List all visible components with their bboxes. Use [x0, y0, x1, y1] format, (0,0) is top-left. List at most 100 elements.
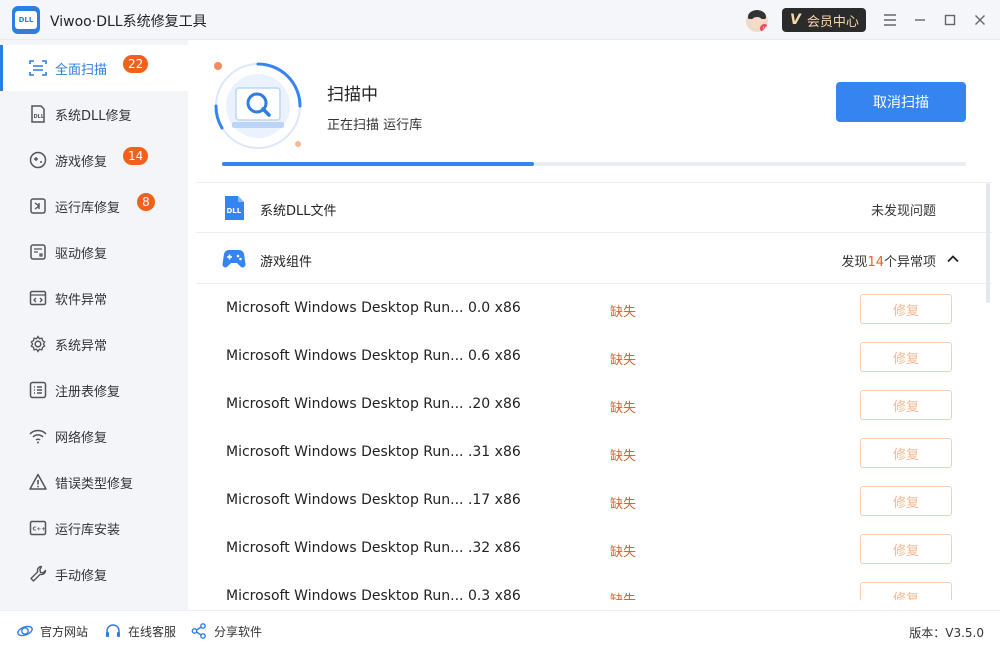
list-item: Microsoft Windows Desktop Run... .17 x86… [196, 477, 992, 525]
driver-icon [30, 244, 46, 260]
scan-icon [29, 60, 47, 76]
sidebar-item-system-exception[interactable]: 系统异常 [0, 321, 188, 367]
scan-title: 扫描中 [327, 85, 378, 105]
title-bar: DLL Viwoo·DLL系统修复工具 v V 会员中心 [0, 0, 1000, 40]
sidebar-badge: 8 [137, 193, 155, 211]
item-name: Microsoft Windows Desktop Run... .17 x86 [226, 492, 521, 508]
category-label: 游戏组件 [260, 255, 313, 270]
repair-button[interactable]: 修复 [860, 486, 952, 516]
headset-icon [106, 624, 120, 637]
minimize-icon[interactable] [910, 10, 930, 30]
sidebar-item-runtime-repair[interactable]: 运行库修复 8 [0, 183, 188, 229]
list-item: Microsoft Windows Desktop Run... 0.0 x86… [196, 285, 992, 333]
repair-button[interactable]: 修复 [860, 294, 952, 324]
sidebar-item-runtime-install[interactable]: C++ 运行库安装 [0, 505, 188, 551]
item-status: 缺失 [610, 449, 637, 464]
item-status: 缺失 [610, 401, 637, 416]
chevron-up-icon[interactable] [946, 252, 960, 266]
sidebar-item-driver-repair[interactable]: 驱动修复 [0, 229, 188, 275]
repair-button[interactable]: 修复 [860, 390, 952, 420]
svg-text:C++: C++ [33, 527, 47, 533]
dll-file-icon: DLL [31, 105, 45, 123]
share-software-link[interactable]: 分享软件 [190, 622, 262, 640]
category-row-system-dll[interactable]: DLL 系统DLL文件 未发现问题 [196, 183, 992, 233]
footer-link-label: 官方网站 [40, 624, 89, 639]
sidebar-item-label: 系统DLL修复 [55, 108, 132, 124]
sidebar-item-registry-repair[interactable]: 注册表修复 [0, 367, 188, 413]
list-item: Microsoft Windows Desktop Run... .32 x86… [196, 525, 992, 573]
main-panel: 扫描中 正在扫描 运行库 取消扫描 DLL 系统DLL文件 未发现问题 游戏组件… [188, 40, 1000, 610]
category-result: 未发现问题 [870, 204, 936, 219]
repair-button[interactable]: 修复 [860, 582, 952, 600]
app-logo-icon: DLL [12, 6, 40, 34]
sidebar-item-label: 网络修复 [55, 430, 108, 446]
runtime-icon [30, 198, 46, 214]
vip-v-icon: V [790, 12, 801, 28]
close-icon[interactable] [970, 10, 990, 30]
sidebar-item-label: 注册表修复 [55, 384, 121, 400]
item-status: 缺失 [610, 305, 637, 320]
list-icon [29, 381, 47, 399]
cancel-scan-button[interactable]: 取消扫描 [836, 82, 966, 122]
sidebar: 全面扫描 22 DLL 系统DLL修复 游戏修复 14 运行库修复 8 驱动修复… [0, 40, 188, 610]
scan-animation-icon [214, 62, 302, 149]
vip-center-button[interactable]: V 会员中心 [782, 8, 866, 32]
sidebar-item-network-repair[interactable]: 网络修复 [0, 413, 188, 459]
list-item: Microsoft Windows Desktop Run... 0.3 x86… [196, 573, 992, 600]
wrench-icon [30, 565, 47, 582]
gamepad-icon [29, 151, 47, 169]
sidebar-item-system-dll[interactable]: DLL 系统DLL修复 [0, 91, 188, 137]
list-item: Microsoft Windows Desktop Run... .20 x86… [196, 381, 992, 429]
app-logo-text: DLL [15, 11, 37, 29]
maximize-icon[interactable] [940, 10, 960, 30]
scan-progress-bar [222, 162, 966, 166]
warning-icon [29, 473, 47, 490]
official-website-link[interactable]: 官方网站 [16, 622, 88, 640]
sidebar-item-error-type-repair[interactable]: 错误类型修复 [0, 459, 188, 505]
globe-icon [17, 625, 33, 637]
category-label: 系统DLL文件 [260, 204, 337, 219]
list-scrollbar[interactable] [986, 183, 990, 303]
sidebar-item-label: 系统异常 [55, 338, 108, 354]
sidebar-item-software-exception[interactable]: 软件异常 [0, 275, 188, 321]
sidebar-item-label: 驱动修复 [55, 246, 108, 262]
item-name: Microsoft Windows Desktop Run... 0.0 x86 [226, 300, 521, 316]
version-label: 版本：V3.5.0 [909, 626, 984, 640]
sidebar-item-label: 软件异常 [55, 292, 108, 308]
svg-text:DLL: DLL [227, 207, 242, 215]
scan-status-text: 正在扫描 运行库 [327, 118, 423, 133]
sidebar-item-label: 运行库安装 [55, 522, 121, 538]
scan-progress-fill [222, 162, 535, 166]
item-name: Microsoft Windows Desktop Run... .31 x86 [226, 444, 521, 460]
svg-text:DLL: DLL [34, 114, 45, 120]
repair-button[interactable]: 修复 [860, 438, 952, 468]
online-support-link[interactable]: 在线客服 [104, 622, 176, 640]
repair-button[interactable]: 修复 [860, 534, 952, 564]
item-status: 缺失 [610, 497, 637, 512]
code-window-icon [29, 290, 47, 306]
vip-mark-icon: v [760, 24, 768, 32]
category-result: 发现14个异常项 [841, 255, 936, 270]
item-status: 缺失 [610, 589, 636, 600]
user-avatar[interactable]: v [746, 10, 768, 32]
anomaly-list: Microsoft Windows Desktop Run... 0.0 x86… [196, 285, 992, 600]
gamepad-icon [222, 249, 246, 268]
sidebar-item-manual-repair[interactable]: 手动修复 [0, 551, 188, 597]
sidebar-item-full-scan[interactable]: 全面扫描 22 [0, 45, 188, 91]
anomaly-count: 14 [867, 255, 884, 270]
sidebar-item-label: 错误类型修复 [55, 476, 134, 492]
repair-button[interactable]: 修复 [860, 342, 952, 372]
sidebar-badge: 14 [123, 147, 149, 165]
share-icon [191, 623, 206, 639]
item-name: Microsoft Windows Desktop Run... 0.3 x86 [226, 588, 521, 600]
footer: 官方网站 在线客服 分享软件 版本：V3.5.0 [0, 610, 1000, 650]
sidebar-item-label: 全面扫描 [55, 62, 108, 78]
list-item: Microsoft Windows Desktop Run... 0.6 x86… [196, 333, 992, 381]
dll-file-icon: DLL [225, 196, 244, 220]
cpp-icon: C++ [29, 520, 47, 536]
sidebar-item-game-repair[interactable]: 游戏修复 14 [0, 137, 188, 183]
menu-icon[interactable] [880, 10, 900, 30]
vip-center-label: 会员中心 [806, 14, 859, 30]
category-row-game-components[interactable]: 游戏组件 发现14个异常项 [196, 234, 992, 284]
list-item: Microsoft Windows Desktop Run... .31 x86… [196, 429, 992, 477]
